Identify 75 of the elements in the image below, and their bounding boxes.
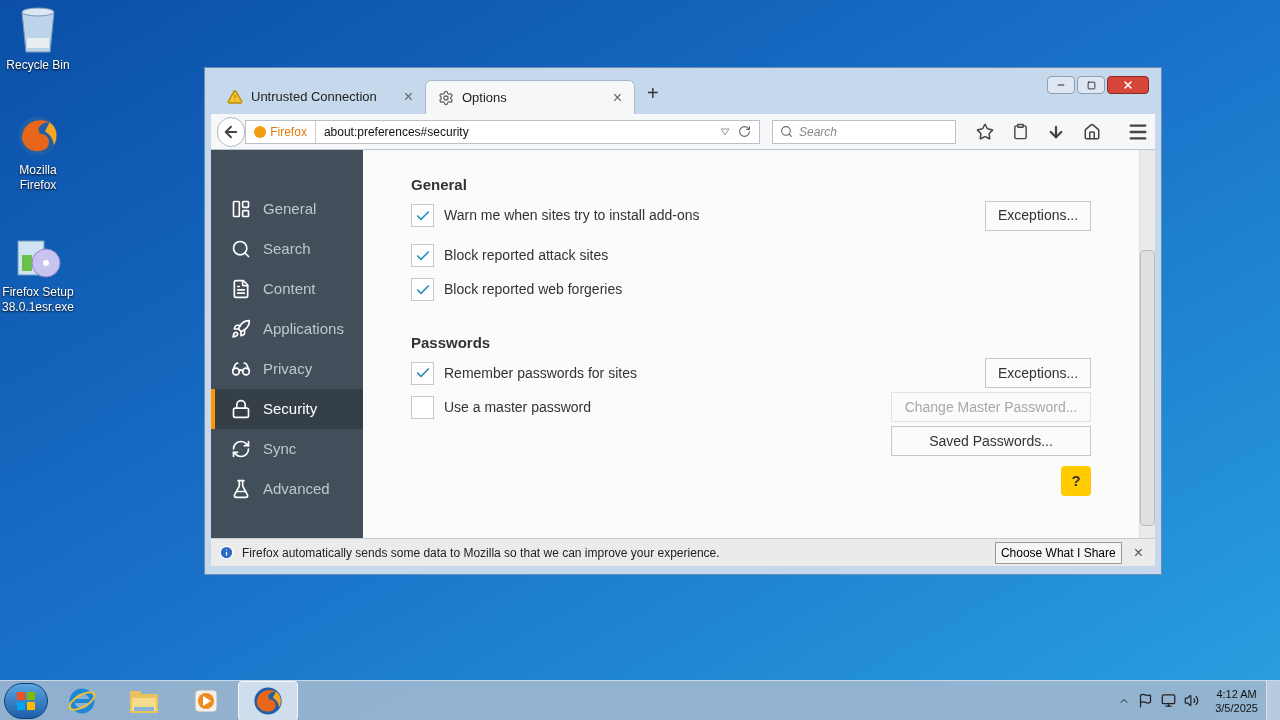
sidebar-item[interactable]: Applications <box>211 309 363 349</box>
checkbox-label: Use a master password <box>444 397 592 417</box>
checkbox[interactable] <box>411 361 434 385</box>
restore-button[interactable] <box>1077 76 1105 94</box>
section-heading: General <box>411 175 468 195</box>
reload-icon[interactable] <box>738 125 751 138</box>
gear-icon <box>438 89 454 106</box>
preference-button[interactable]: Exceptions... <box>985 200 1091 231</box>
checkbox-label: Block reported web forgeries <box>444 280 623 299</box>
bookmark-star-icon[interactable] <box>976 122 994 141</box>
windows-logo-icon <box>17 691 35 710</box>
content-icon <box>231 279 251 299</box>
sidebar-item[interactable]: Content <box>211 269 363 309</box>
search-icon <box>780 125 793 138</box>
url-field[interactable]: Firefox about:preferences#security <box>245 119 760 144</box>
info-icon <box>219 545 234 560</box>
security-icon <box>231 399 251 419</box>
media-player-icon <box>193 687 219 714</box>
restore-icon <box>1086 80 1096 90</box>
checkbox-label: Remember passwords for sites <box>444 363 637 383</box>
start-button[interactable] <box>4 682 48 719</box>
checkbox[interactable] <box>411 395 434 419</box>
sidebar-item[interactable]: General <box>211 189 363 229</box>
desktop-icon-label[interactable]: Mozilla Firefox <box>0 163 76 193</box>
sidebar-item[interactable]: Security <box>211 389 363 429</box>
close-icon <box>1122 79 1134 91</box>
tab-title: Options <box>462 88 508 107</box>
scrollbar-thumb[interactable] <box>1140 250 1155 526</box>
firefox-icon <box>252 684 284 717</box>
section-heading: Passwords <box>411 332 492 353</box>
recycle-bin-icon <box>18 6 58 54</box>
clipboard-icon[interactable] <box>1012 123 1029 140</box>
saved-passwords-button[interactable]: Saved Passwords... <box>891 426 1091 456</box>
desktop-icon-label[interactable]: Firefox Setup 38.0.1esr.exe <box>0 285 76 315</box>
sync-icon <box>231 439 251 459</box>
privacy-icon <box>231 359 251 379</box>
checkbox[interactable] <box>411 244 434 267</box>
checkbox[interactable] <box>411 204 434 227</box>
browser-tab[interactable]: Untrusted Connection × <box>215 80 425 114</box>
identity-icon <box>254 125 267 138</box>
back-button[interactable] <box>217 116 246 147</box>
close-window-button[interactable] <box>1107 76 1149 94</box>
clock[interactable]: 4:12 AM 3/5/2025 <box>1207 686 1266 715</box>
notification-text: Firefox automatically sends some data to Mozilla so that we can improve your experience. <box>242 544 721 562</box>
tab-title: Untrusted Connection <box>251 88 378 107</box>
notification-close-button[interactable]: × <box>1129 540 1147 565</box>
volume-icon[interactable] <box>1184 693 1200 708</box>
browser-tab[interactable]: Options × <box>425 80 635 114</box>
home-icon[interactable] <box>1083 122 1101 141</box>
flag-icon[interactable] <box>1138 693 1154 708</box>
checkbox-label: Warn me when sites try to install add-ons <box>444 206 700 225</box>
search-field[interactable]: Search <box>772 120 956 144</box>
applications-icon <box>231 319 251 339</box>
checkbox-label: Block reported attack sites <box>444 246 609 265</box>
dropdown-arrow-icon <box>720 127 730 136</box>
url-text: about:preferences#security <box>322 123 470 141</box>
help-button[interactable]: ? <box>1061 466 1091 496</box>
sidebar-item[interactable]: Advanced <box>211 469 363 509</box>
network-icon[interactable] <box>1161 693 1177 708</box>
sidebar-item[interactable]: Search <box>211 229 363 269</box>
sidebar-item[interactable]: Privacy <box>211 349 363 389</box>
minimize-button[interactable] <box>1047 76 1075 94</box>
tab-close-button[interactable]: × <box>403 85 413 109</box>
new-tab-button[interactable]: + <box>635 78 671 114</box>
tab-close-button[interactable]: × <box>612 85 622 110</box>
sidebar-item[interactable]: Sync <box>211 429 363 469</box>
checkbox[interactable] <box>411 278 434 301</box>
general-icon <box>231 199 251 219</box>
choose-what-i-share-button[interactable]: Choose What I Share <box>994 541 1122 564</box>
taskbar-button[interactable] <box>238 680 298 720</box>
advanced-icon <box>231 479 251 499</box>
warning-icon <box>227 89 243 105</box>
preference-button[interactable]: Exceptions... <box>985 358 1091 388</box>
desktop-icon-label[interactable]: Recycle Bin <box>6 58 70 73</box>
search-icon <box>231 239 251 259</box>
